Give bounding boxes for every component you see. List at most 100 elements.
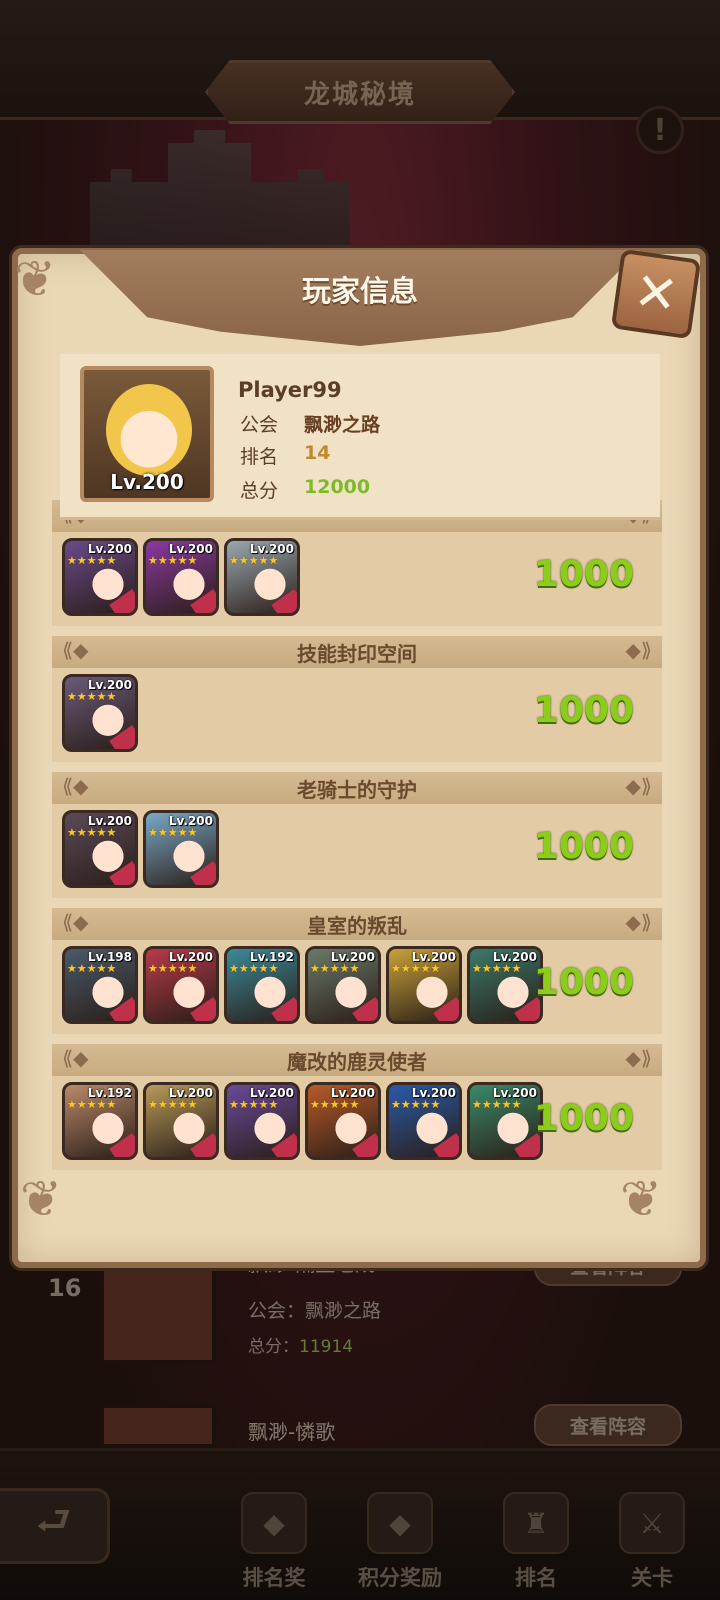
hero-card[interactable]: ★★★★★ Lv.200: [305, 946, 381, 1024]
corner-ornament-icon: ❦: [620, 1170, 662, 1228]
guild-label: 公会: [240, 414, 279, 436]
hero-level: Lv.200: [249, 542, 294, 556]
corner-ornament-icon: ❦: [20, 1170, 62, 1228]
hero-card[interactable]: ★★★★★ Lv.200: [467, 1082, 543, 1160]
hero-level: Lv.200: [168, 814, 213, 828]
hero-level: Lv.200: [330, 950, 375, 964]
hero-card[interactable]: ★★★★★ Lv.200: [305, 1082, 381, 1160]
section-header: ⟪◆ 魔改的鹿灵使者 ◆⟫: [52, 1042, 662, 1076]
star-rating-icon: ★★★★★: [67, 826, 117, 839]
star-rating-icon: ★★★★★: [67, 962, 117, 975]
star-rating-icon: ★★★★★: [148, 554, 198, 567]
hero-level: Lv.200: [492, 950, 537, 964]
section-title: 老骑士的守护: [297, 777, 417, 802]
section-deco-icon: ⟪◆: [62, 638, 89, 662]
star-rating-icon: ★★★★★: [67, 554, 117, 567]
star-rating-icon: ★★★★★: [472, 962, 522, 975]
avatar-level: Lv.200: [110, 470, 184, 494]
hero-level: Lv.200: [168, 950, 213, 964]
star-rating-icon: ★★★★★: [148, 826, 198, 839]
section-deco-icon: ◆⟫: [625, 774, 652, 798]
section-body: ★★★★★ Lv.200 1000: [52, 668, 662, 762]
hero-card[interactable]: ★★★★★ Lv.198: [62, 946, 138, 1024]
section-deco-icon: ⟪◆: [62, 1046, 89, 1070]
section-body: ★★★★★ Lv.198 ★★★★★ Lv.200 ★★★★★ Lv.192 ★★★★★ Lv…: [52, 940, 662, 1034]
close-icon: ✕: [630, 261, 682, 327]
team-section: ⟪◆ 魔改的鹿灵使者 ◆⟫ ★★★★★ Lv.192 ★★★★★ Lv.200 ★★★★★ Lv…: [52, 1042, 662, 1170]
section-deco-icon: ⟪◆: [62, 774, 89, 798]
dialog-title: 玩家信息: [301, 274, 418, 308]
hero-card[interactable]: ★★★★★ Lv.192: [224, 946, 300, 1024]
section-score: 1000: [533, 1098, 634, 1139]
hero-card[interactable]: ★★★★★ Lv.200: [224, 538, 300, 616]
team-section: ⟪◆ 皇室的叛乱 ◆⟫ ★★★★★ Lv.198 ★★★★★ Lv.200 ★★★★★ Lv.1…: [52, 906, 662, 1034]
hero-level: Lv.200: [330, 1086, 375, 1100]
rank-label: 排名: [240, 446, 279, 468]
star-rating-icon: ★★★★★: [472, 1098, 522, 1111]
section-title: 皇室的叛乱: [307, 913, 407, 938]
guild-value: 飘渺之路: [304, 414, 381, 436]
player-name: Player99: [238, 378, 342, 402]
hero-card[interactable]: ★★★★★ Lv.200: [143, 538, 219, 616]
player-avatar: Lv.200: [80, 366, 214, 502]
star-rating-icon: ★★★★★: [67, 1098, 117, 1111]
section-score: 1000: [533, 962, 634, 1003]
hero-card[interactable]: ★★★★★ Lv.200: [62, 538, 138, 616]
section-score: 1000: [533, 826, 634, 867]
star-rating-icon: ★★★★★: [67, 690, 117, 703]
star-rating-icon: ★★★★★: [310, 962, 360, 975]
score-value: 12000: [304, 476, 371, 498]
star-rating-icon: ★★★★★: [391, 962, 441, 975]
hero-level: Lv.198: [87, 950, 132, 964]
hero-level: Lv.200: [411, 950, 456, 964]
hero-card[interactable]: ★★★★★ Lv.200: [143, 946, 219, 1024]
hero-card[interactable]: ★★★★★ Lv.200: [143, 810, 219, 888]
hero-level: Lv.200: [87, 678, 132, 692]
star-rating-icon: ★★★★★: [229, 1098, 279, 1111]
section-header: ⟪◆ 皇室的叛乱 ◆⟫: [52, 906, 662, 940]
star-rating-icon: ★★★★★: [148, 962, 198, 975]
hero-level: Lv.200: [492, 1086, 537, 1100]
hero-level: Lv.200: [168, 542, 213, 556]
hero-level: Lv.192: [249, 950, 294, 964]
star-rating-icon: ★★★★★: [229, 554, 279, 567]
hero-level: Lv.200: [87, 542, 132, 556]
section-body: ★★★★★ Lv.200 ★★★★★ Lv.200 ★★★★★ Lv.200 1000: [52, 532, 662, 626]
score-label: 总分: [240, 480, 279, 502]
hero-card[interactable]: ★★★★★ Lv.200: [62, 674, 138, 752]
hero-card[interactable]: ★★★★★ Lv.200: [386, 946, 462, 1024]
rank-value: 14: [304, 442, 331, 464]
hero-card[interactable]: ★★★★★ Lv.200: [224, 1082, 300, 1160]
hero-level: Lv.200: [168, 1086, 213, 1100]
team-section: ⟪◆ 技能封印空间 ◆⟫ ★★★★★ Lv.200 1000: [52, 634, 662, 762]
hero-card[interactable]: ★★★★★ Lv.200: [386, 1082, 462, 1160]
corner-ornament-icon: ❦: [14, 250, 56, 308]
section-deco-icon: ◆⟫: [625, 910, 652, 934]
star-rating-icon: ★★★★★: [391, 1098, 441, 1111]
hero-portrait: [106, 384, 192, 476]
star-rating-icon: ★★★★★: [229, 962, 279, 975]
section-header: ⟪◆ 老骑士的守护 ◆⟫: [52, 770, 662, 804]
hero-card[interactable]: ★★★★★ Lv.200: [143, 1082, 219, 1160]
section-score: 1000: [533, 554, 634, 595]
section-body: ★★★★★ Lv.192 ★★★★★ Lv.200 ★★★★★ Lv.200 ★★★★★ Lv…: [52, 1076, 662, 1170]
hero-level: Lv.200: [87, 814, 132, 828]
section-deco-icon: ⟪◆: [62, 910, 89, 934]
section-body: ★★★★★ Lv.200 ★★★★★ Lv.200 1000: [52, 804, 662, 898]
section-deco-icon: ◆⟫: [625, 1046, 652, 1070]
hero-level: Lv.200: [249, 1086, 294, 1100]
hero-level: Lv.192: [87, 1086, 132, 1100]
section-header: ⟪◆ 技能封印空间 ◆⟫: [52, 634, 662, 668]
close-button[interactable]: ✕: [610, 248, 702, 340]
hero-card[interactable]: ★★★★★ Lv.200: [62, 810, 138, 888]
section-title: 技能封印空间: [297, 641, 417, 666]
section-deco-icon: ◆⟫: [625, 638, 652, 662]
star-rating-icon: ★★★★★: [148, 1098, 198, 1111]
hero-card[interactable]: ★★★★★ Lv.192: [62, 1082, 138, 1160]
section-title: 魔改的鹿灵使者: [287, 1049, 427, 1074]
hero-level: Lv.200: [411, 1086, 456, 1100]
team-section: ⟪◆ 老骑士的守护 ◆⟫ ★★★★★ Lv.200 ★★★★★ Lv.200 1000: [52, 770, 662, 898]
section-score: 1000: [533, 690, 634, 731]
star-rating-icon: ★★★★★: [310, 1098, 360, 1111]
hero-card[interactable]: ★★★★★ Lv.200: [467, 946, 543, 1024]
